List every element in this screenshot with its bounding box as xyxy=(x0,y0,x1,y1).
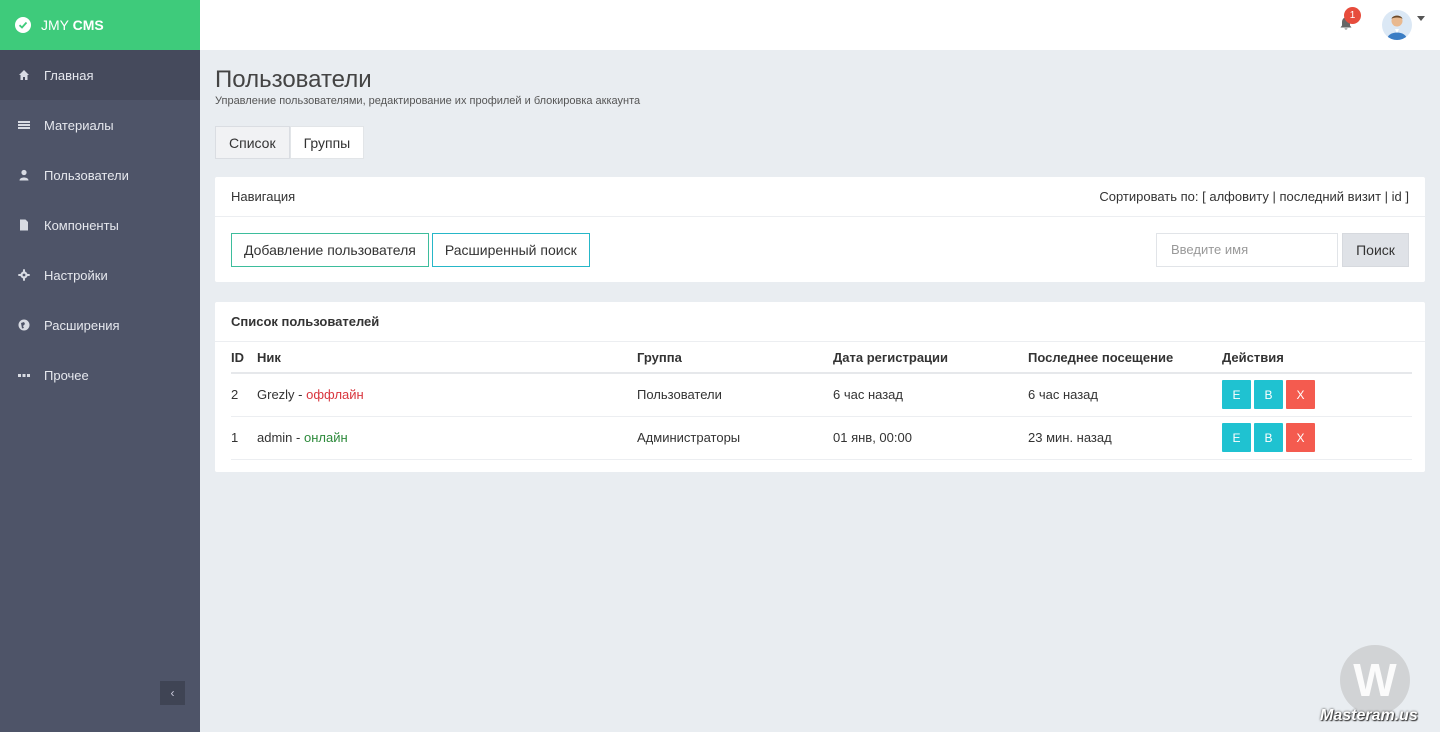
sidebar-item-label: Компоненты xyxy=(44,217,119,233)
main-content: Пользователи Управление пользователями, … xyxy=(215,50,1425,472)
sidebar-item-label: Материалы xyxy=(44,117,114,133)
status-offline: оффлайн xyxy=(306,387,364,403)
delete-button[interactable]: X xyxy=(1286,380,1315,410)
edit-button[interactable]: E xyxy=(1222,380,1251,410)
search-button[interactable]: Поиск xyxy=(1342,232,1409,267)
sidebar-item-label: Пользователи xyxy=(44,167,129,183)
nick-separator: - xyxy=(294,387,307,403)
users-panel-title: Список пользователей xyxy=(231,314,380,329)
chevron-left-icon: ‹ xyxy=(170,686,175,700)
sort-prefix: Сортировать по: [ xyxy=(1099,189,1210,204)
watermark: W Masteram.us xyxy=(1310,645,1440,732)
ban-button[interactable]: B xyxy=(1254,380,1283,410)
navigation-panel-header: Навигация Сортировать по: [ алфовиту | п… xyxy=(215,177,1425,217)
ellipsis-icon xyxy=(17,368,31,382)
sidebar: JMY CMS Главная Материалы Пользователи К… xyxy=(0,0,200,732)
cell-nick: admin - онлайн xyxy=(257,416,637,460)
cell-id: 1 xyxy=(231,416,257,460)
sidebar-item-label: Прочее xyxy=(44,367,89,383)
cell-last-visit: 23 мин. назад xyxy=(1028,416,1222,460)
notification-badge: 1 xyxy=(1344,7,1361,24)
edit-button[interactable]: E xyxy=(1222,423,1251,452)
tab-groups[interactable]: Группы xyxy=(289,126,365,159)
user-icon xyxy=(17,168,31,182)
navigation-title: Навигация xyxy=(231,189,296,204)
watermark-text: Masteram.us xyxy=(1320,707,1418,724)
navigation-panel: Навигация Сортировать по: [ алфовиту | п… xyxy=(215,177,1425,282)
watermark-logo: W xyxy=(1340,645,1410,715)
tabs: Список Группы xyxy=(215,126,1425,159)
topbar: 1 xyxy=(200,0,1440,50)
cell-registered: 6 час назад xyxy=(833,373,1028,417)
sidebar-item-components[interactable]: Компоненты xyxy=(0,200,200,250)
cell-actions: EBX xyxy=(1222,373,1412,417)
sort-separator: | xyxy=(1381,189,1392,204)
sidebar-collapse-button[interactable]: ‹ xyxy=(160,681,185,705)
cell-nick: Grezly - оффлайн xyxy=(257,373,637,417)
sort-id-link[interactable]: id xyxy=(1392,189,1402,204)
sidebar-item-users[interactable]: Пользователи xyxy=(0,150,200,200)
check-circle-icon xyxy=(15,17,31,33)
users-panel: Список пользователей ID Ник Группа Дата … xyxy=(215,302,1425,472)
sidebar-item-label: Настройки xyxy=(44,267,108,283)
table-header-row: ID Ник Группа Дата регистрации Последнее… xyxy=(231,342,1412,374)
cell-group: Пользователи xyxy=(637,373,833,417)
page-title: Пользователи xyxy=(215,66,372,93)
search-input[interactable] xyxy=(1156,232,1338,267)
sort-options: Сортировать по: [ алфовиту | последний в… xyxy=(1099,189,1409,204)
navigation-tools: Добавление пользователя Расширенный поис… xyxy=(215,217,1425,282)
sort-suffix: ] xyxy=(1401,189,1409,204)
globe-icon xyxy=(17,318,31,332)
status-online: онлайн xyxy=(303,430,348,445)
notifications-button[interactable]: 1 xyxy=(1338,7,1361,31)
column-header-id: ID xyxy=(231,342,257,374)
sort-separator: | xyxy=(1268,189,1280,204)
sidebar-item-home[interactable]: Главная xyxy=(0,50,200,100)
users-table: ID Ник Группа Дата регистрации Последнее… xyxy=(231,342,1412,460)
add-user-button[interactable]: Добавление пользователя xyxy=(231,232,429,267)
users-panel-header: Список пользователей xyxy=(215,302,1425,342)
gear-icon xyxy=(17,268,31,282)
cell-last-visit: 6 час назад xyxy=(1028,373,1222,417)
advanced-search-button[interactable]: Расширенный поиск xyxy=(431,232,590,267)
table-row: 1 admin - онлайн Администраторы 01 янв, … xyxy=(231,416,1412,460)
sidebar-item-settings[interactable]: Настройки xyxy=(0,250,200,300)
tab-list[interactable]: Список xyxy=(215,126,290,159)
column-header-registered: Дата регистрации xyxy=(833,342,1028,374)
user-avatar-icon xyxy=(1387,15,1407,40)
sort-last-visit-link[interactable]: последний визит xyxy=(1279,189,1381,204)
sidebar-item-label: Расширения xyxy=(44,317,120,333)
list-icon xyxy=(17,118,31,132)
column-header-group: Группа xyxy=(637,342,833,374)
avatar[interactable] xyxy=(1382,10,1412,40)
delete-button[interactable]: X xyxy=(1286,423,1315,452)
column-header-actions: Действия xyxy=(1222,342,1412,374)
sort-alpha-link[interactable]: алфовиту xyxy=(1209,189,1269,204)
home-icon xyxy=(17,68,31,82)
brand-logo[interactable]: JMY CMS xyxy=(0,0,200,50)
sidebar-item-materials[interactable]: Материалы xyxy=(0,100,200,150)
sidebar-item-other[interactable]: Прочее xyxy=(0,350,200,400)
cell-id: 2 xyxy=(231,373,257,417)
nick-separator: - xyxy=(292,430,304,445)
brand-name: JMY CMS xyxy=(41,17,104,33)
table-row: 2 Grezly - оффлайн Пользователи 6 час на… xyxy=(231,373,1412,417)
column-header-nick: Ник xyxy=(257,342,637,374)
cell-actions: EBX xyxy=(1222,416,1412,460)
cell-registered: 01 янв, 00:00 xyxy=(833,416,1028,460)
ban-button[interactable]: B xyxy=(1254,423,1283,452)
column-header-last-visit: Последнее посещение xyxy=(1028,342,1222,374)
user-nick-link[interactable]: admin xyxy=(257,430,292,445)
user-nick-link[interactable]: Grezly xyxy=(257,387,295,402)
cell-group: Администраторы xyxy=(637,416,833,460)
chevron-down-icon[interactable] xyxy=(1417,16,1425,21)
file-icon xyxy=(17,218,31,232)
page-subtitle: Управление пользователями, редактировани… xyxy=(215,95,641,107)
sidebar-item-extensions[interactable]: Расширения xyxy=(0,300,200,350)
sidebar-item-label: Главная xyxy=(44,67,94,83)
